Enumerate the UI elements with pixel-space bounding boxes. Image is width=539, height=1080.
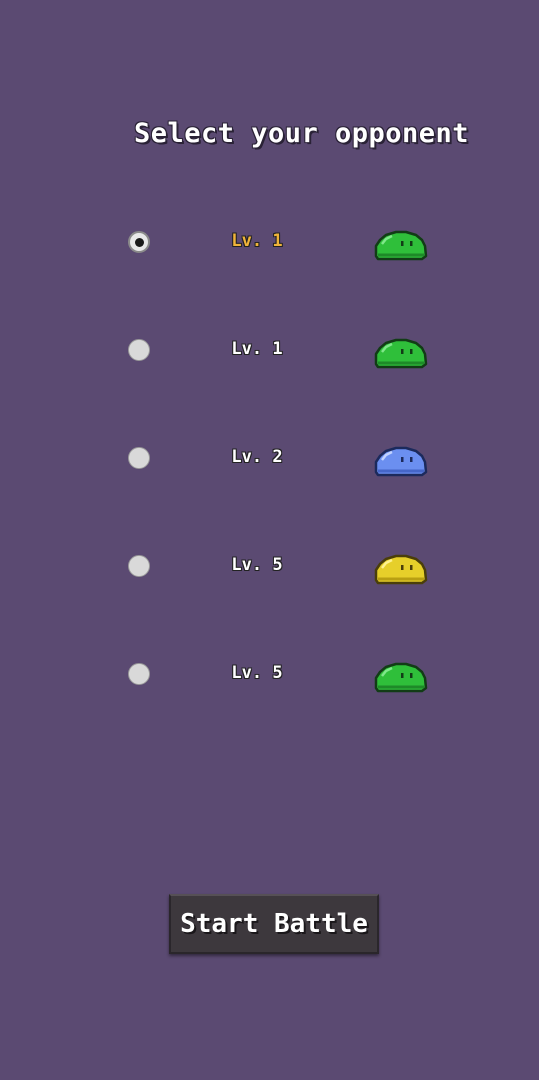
opponent-radio-2[interactable] <box>128 339 150 361</box>
opponent-radio-1[interactable] <box>128 231 150 253</box>
radio-selected-dot <box>134 237 144 247</box>
opponent-row-1[interactable]: Lv. 1 <box>0 212 539 272</box>
opponent-level-label: Lv. 5 <box>231 663 283 683</box>
opponent-radio-4[interactable] <box>128 555 150 577</box>
green-slime-icon <box>374 338 428 369</box>
opponent-level-label: Lv. 1 <box>231 231 283 251</box>
opponent-level-label: Lv. 5 <box>231 555 283 575</box>
start-battle-button[interactable]: Start Battle <box>169 894 379 954</box>
opponent-level-label: Lv. 2 <box>231 447 283 467</box>
blue-slime-icon <box>374 446 428 477</box>
green-slime-icon <box>374 230 428 261</box>
opponent-level-label: Lv. 1 <box>231 339 283 359</box>
opponent-radio-5[interactable] <box>128 663 150 685</box>
green-slime-icon <box>374 662 428 693</box>
opponent-row-3[interactable]: Lv. 2 <box>0 428 539 488</box>
screen-title: Select your opponent <box>133 118 470 149</box>
opponent-row-2[interactable]: Lv. 1 <box>0 320 539 380</box>
opponent-row-4[interactable]: Lv. 5 <box>0 536 539 596</box>
opponent-radio-3[interactable] <box>128 447 150 469</box>
yellow-slime-icon <box>374 554 428 585</box>
opponent-row-5[interactable]: Lv. 5 <box>0 644 539 704</box>
